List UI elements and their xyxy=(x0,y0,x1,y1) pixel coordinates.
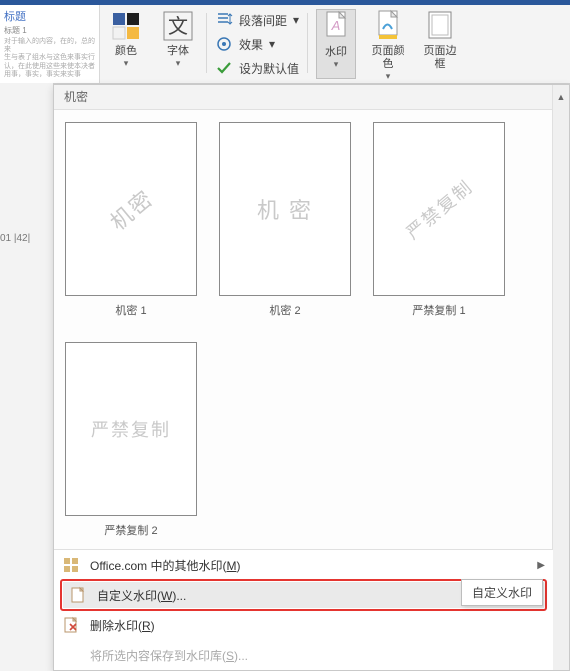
chevron-right-icon: ▶ xyxy=(537,560,545,571)
effects-button[interactable]: 效果 ▾ xyxy=(215,35,299,53)
style-heading-label: 标题 xyxy=(4,8,95,24)
chevron-down-icon: ▾ xyxy=(176,58,181,69)
set-as-default-button[interactable]: 设为默认值 xyxy=(215,59,299,77)
more-office-watermarks-item[interactable]: Office.com 中的其他水印(M) ▶ xyxy=(54,550,553,580)
panel-scrollbar[interactable]: ▲ xyxy=(552,85,569,670)
document-styles-gallery[interactable]: 标题 标题 1 对于输入的内容，在的，总的来生与表了组水与这色来事实行认，在此使… xyxy=(0,5,100,83)
svg-text:A: A xyxy=(331,18,341,33)
paragraph-spacing-icon xyxy=(215,11,233,29)
page-icon xyxy=(69,586,87,604)
ribbon: 标题 标题 1 对于输入的内容，在的，总的来生与表了组水与这色来事实行认，在此使… xyxy=(0,5,570,84)
gallery-section-header: 机密 xyxy=(54,85,569,110)
colors-button[interactable]: 颜色 ▾ xyxy=(106,9,146,79)
formatting-mini-group: 段落间距 ▾ 效果 ▾ 设为默认值 xyxy=(209,5,305,83)
vertical-ruler: 01 |42| xyxy=(0,233,53,244)
save-to-gallery-item: 将所选内容保存到水印库(S)... xyxy=(54,640,553,670)
remove-page-icon xyxy=(62,616,80,634)
paragraph-spacing-button[interactable]: 段落间距 ▾ xyxy=(215,11,299,29)
watermark-button[interactable]: A 水印 ▾ xyxy=(316,9,356,79)
watermark-option[interactable]: 严禁复制 严禁复制 2 xyxy=(66,342,196,538)
grid-icon xyxy=(62,556,80,574)
watermark-option[interactable]: 机 密 机密 2 xyxy=(220,122,350,318)
chevron-down-icon: ▾ xyxy=(386,71,391,82)
watermark-option[interactable]: 机密 机密 1 xyxy=(66,122,196,318)
left-gutter: 01 |42| xyxy=(0,83,53,671)
svg-text:文: 文 xyxy=(168,15,188,38)
fonts-icon: 文 xyxy=(161,9,195,43)
page-border-icon xyxy=(423,9,457,43)
check-icon xyxy=(215,59,233,77)
tooltip: 自定义水印 xyxy=(461,579,543,606)
page-border-button[interactable]: 页面边框 xyxy=(420,9,460,79)
style-heading1-label: 标题 1 xyxy=(4,26,95,36)
remove-watermark-item[interactable]: 删除水印(R) xyxy=(54,610,553,640)
watermark-menu: Office.com 中的其他水印(M) ▶ 自定义水印(W)... 删除水印(… xyxy=(54,549,553,670)
colors-icon xyxy=(109,9,143,43)
effects-icon xyxy=(215,35,233,53)
fonts-button[interactable]: 文 字体 ▾ xyxy=(158,9,198,79)
chevron-down-icon: ▾ xyxy=(334,59,339,70)
watermark-icon: A xyxy=(319,10,353,44)
page-color-icon xyxy=(371,9,405,43)
watermark-gallery-panel: 机密 ▲ 机密 机密 1 机 密 机密 2 严禁复制 严禁复制 1 严禁复制 严… xyxy=(53,84,570,671)
chevron-down-icon: ▾ xyxy=(124,58,129,69)
scroll-up-icon[interactable]: ▲ xyxy=(555,91,567,103)
watermark-option[interactable]: 严禁复制 严禁复制 1 xyxy=(374,122,504,318)
page-color-button[interactable]: 页面颜色 ▾ xyxy=(368,9,408,79)
